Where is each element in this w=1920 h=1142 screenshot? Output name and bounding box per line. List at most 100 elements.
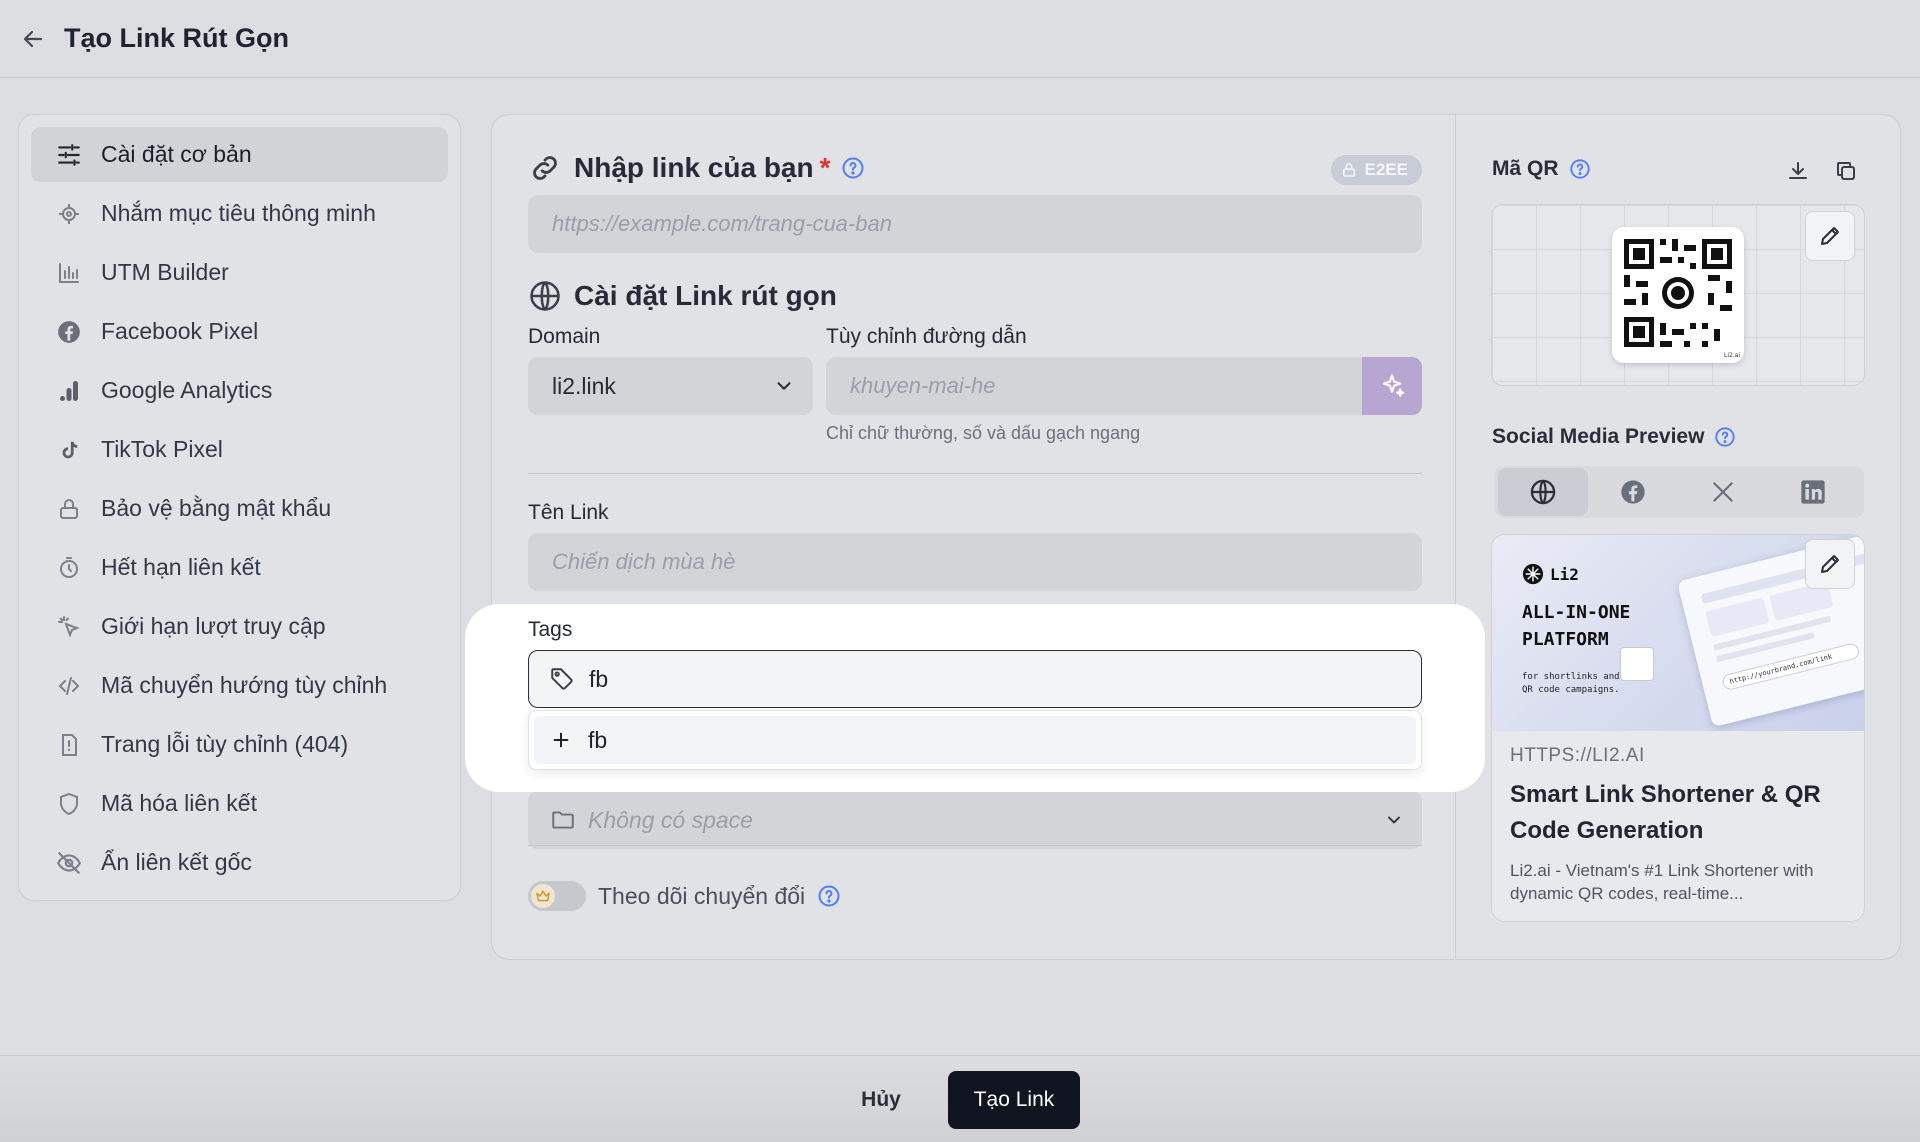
tab-x[interactable]	[1678, 468, 1768, 516]
cancel-button[interactable]: Hủy	[850, 1071, 912, 1129]
sidebar-item-facebook-pixel[interactable]: Facebook Pixel	[31, 304, 448, 359]
linkedin-icon	[1799, 478, 1827, 506]
conversion-label: Theo dõi chuyển đổi	[598, 882, 806, 909]
url-section-title-text: Nhập link của bạn	[574, 152, 814, 183]
sidebar-item-password-protection[interactable]: Bảo vệ bằng mật khẩu	[31, 481, 448, 536]
divider	[528, 473, 1422, 474]
sidebar-item-click-limit[interactable]: Giới hạn lượt truy cập	[31, 599, 448, 654]
chevron-down-icon	[1384, 810, 1404, 830]
qr-title-text: Mã QR	[1492, 157, 1559, 180]
download-icon[interactable]	[1782, 155, 1814, 187]
globe-icon	[1529, 478, 1557, 506]
sidebar-item-label: Google Analytics	[101, 377, 273, 403]
tab-facebook[interactable]	[1588, 468, 1678, 516]
sidebar-item-label: Trang lỗi tùy chỉnh (404)	[101, 731, 349, 757]
custom-path-input[interactable]: khuyen-mai-he	[826, 357, 1362, 415]
social-tabs	[1494, 466, 1864, 518]
tiktok-icon	[55, 436, 83, 464]
sidebar-item-label: UTM Builder	[101, 259, 229, 285]
brand-logo-icon	[1522, 563, 1544, 585]
pencil-icon	[1818, 552, 1842, 576]
qr-title: Mã QR	[1492, 157, 1591, 181]
sidebar-item-label: Hết hạn liên kết	[101, 554, 261, 580]
globe-icon	[528, 279, 562, 313]
divider	[528, 845, 1422, 846]
sidebar-item-tiktok-pixel[interactable]: TikTok Pixel	[31, 422, 448, 477]
panel-divider	[1455, 115, 1456, 959]
sidebar-item-label: Cài đặt cơ bản	[101, 141, 252, 167]
sidebar-item-link-expiry[interactable]: Hết hạn liên kết	[31, 540, 448, 595]
sidebar-item-label: Ẩn liên kết gốc	[101, 849, 252, 875]
help-icon[interactable]	[817, 884, 841, 908]
copy-icon[interactable]	[1830, 155, 1862, 187]
link-name-input[interactable]: Chiến dịch mùa hè	[528, 533, 1422, 591]
url-input[interactable]: https://example.com/trang-cua-ban	[528, 195, 1422, 253]
sidebar-item-smart-targeting[interactable]: Nhắm mục tiêu thông minh	[31, 186, 448, 241]
sidebar-item-custom-404[interactable]: Trang lỗi tùy chỉnh (404)	[31, 717, 448, 772]
sidebar-item-utm-builder[interactable]: UTM Builder	[31, 245, 448, 300]
social-preview-title-text: Social Media Preview	[1492, 425, 1705, 448]
sidebar-item-google-analytics[interactable]: Google Analytics	[31, 363, 448, 418]
link-name-placeholder: Chiến dịch mùa hè	[552, 549, 736, 574]
create-tag-option[interactable]: fb	[534, 716, 1416, 764]
back-arrow-icon[interactable]	[18, 24, 48, 54]
crown-icon	[531, 884, 555, 908]
custom-path-label: Tùy chỉnh đường dẫn	[826, 325, 1027, 348]
domain-value: li2.link	[552, 372, 616, 399]
tab-web[interactable]	[1498, 468, 1588, 516]
top-bar: Tạo Link Rút Gọn	[0, 0, 1920, 78]
custom-path-group: khuyen-mai-he	[826, 357, 1422, 415]
tab-linkedin[interactable]	[1768, 468, 1858, 516]
generate-slug-button[interactable]	[1362, 357, 1422, 415]
e2ee-badge-label: E2EE	[1364, 160, 1408, 179]
social-preview-card: Li2 ALL-IN-ONE PLATFORM for shortlinks a…	[1491, 534, 1865, 922]
preview-qr-thumb	[1620, 647, 1654, 681]
page-title: Tạo Link Rút Gọn	[64, 23, 289, 53]
sidebar-item-link-encryption[interactable]: Mã hóa liên kết	[31, 776, 448, 831]
preview-brand-text: Li2	[1550, 564, 1579, 584]
domain-select[interactable]: li2.link	[528, 357, 813, 415]
sparkle-icon	[1378, 372, 1406, 400]
conversion-tracking-row: Theo dõi chuyển đổi	[528, 881, 841, 911]
create-tag-option-label: fb	[588, 726, 608, 753]
analytics-icon	[55, 377, 83, 405]
link-name-label: Tên Link	[528, 501, 609, 524]
preview-tagline: for shortlinks and QR code campaigns.	[1522, 671, 1620, 697]
tags-dropdown: fb	[528, 710, 1422, 770]
sliders-icon	[55, 141, 83, 169]
click-icon	[55, 613, 83, 641]
timer-icon	[55, 554, 83, 582]
sidebar-item-label: Facebook Pixel	[101, 318, 259, 344]
x-icon	[1710, 479, 1736, 505]
edit-preview-button[interactable]	[1805, 539, 1855, 589]
preview-headline-2: PLATFORM	[1522, 629, 1609, 650]
space-placeholder: Không có space	[588, 806, 753, 833]
conversion-toggle[interactable]	[528, 881, 586, 911]
qr-brand-small: Li2.ai	[1724, 352, 1740, 359]
help-icon[interactable]	[841, 156, 865, 180]
sidebar-item-custom-redirect[interactable]: Mã chuyển hướng tùy chỉnh	[31, 658, 448, 713]
domain-label: Domain	[528, 325, 601, 348]
tags-input[interactable]: fb	[528, 650, 1422, 708]
help-icon[interactable]	[1714, 426, 1736, 448]
qr-preview: Li2.ai	[1491, 204, 1865, 386]
lock-icon	[1341, 162, 1357, 178]
tags-label: Tags	[528, 618, 573, 641]
preview-tagline-2: QR code campaigns.	[1522, 685, 1620, 695]
sidebar-item-label: Mã hóa liên kết	[101, 790, 257, 816]
preview-description: Li2.ai - Vietnam's #1 Link Shortener wit…	[1510, 861, 1814, 903]
create-link-button[interactable]: Tạo Link	[948, 1071, 1080, 1129]
custom-path-placeholder: khuyen-mai-he	[850, 373, 996, 398]
link-icon	[528, 151, 562, 185]
url-section-title: Nhập link của bạn *	[528, 151, 865, 185]
short-link-section-title: Cài đặt Link rút gọn	[528, 279, 837, 313]
sidebar-item-label: Giới hạn lượt truy cập	[101, 613, 326, 639]
space-select[interactable]: Không có space	[528, 791, 1422, 849]
facebook-icon	[55, 318, 83, 346]
sidebar-item-hide-origin[interactable]: Ẩn liên kết gốc	[31, 835, 448, 890]
url-input-placeholder: https://example.com/trang-cua-ban	[552, 211, 892, 236]
edit-qr-button[interactable]	[1805, 211, 1855, 261]
short-link-section-title-text: Cài đặt Link rút gọn	[574, 280, 837, 311]
sidebar-item-basic-settings[interactable]: Cài đặt cơ bản	[31, 127, 448, 182]
help-icon[interactable]	[1569, 158, 1591, 180]
